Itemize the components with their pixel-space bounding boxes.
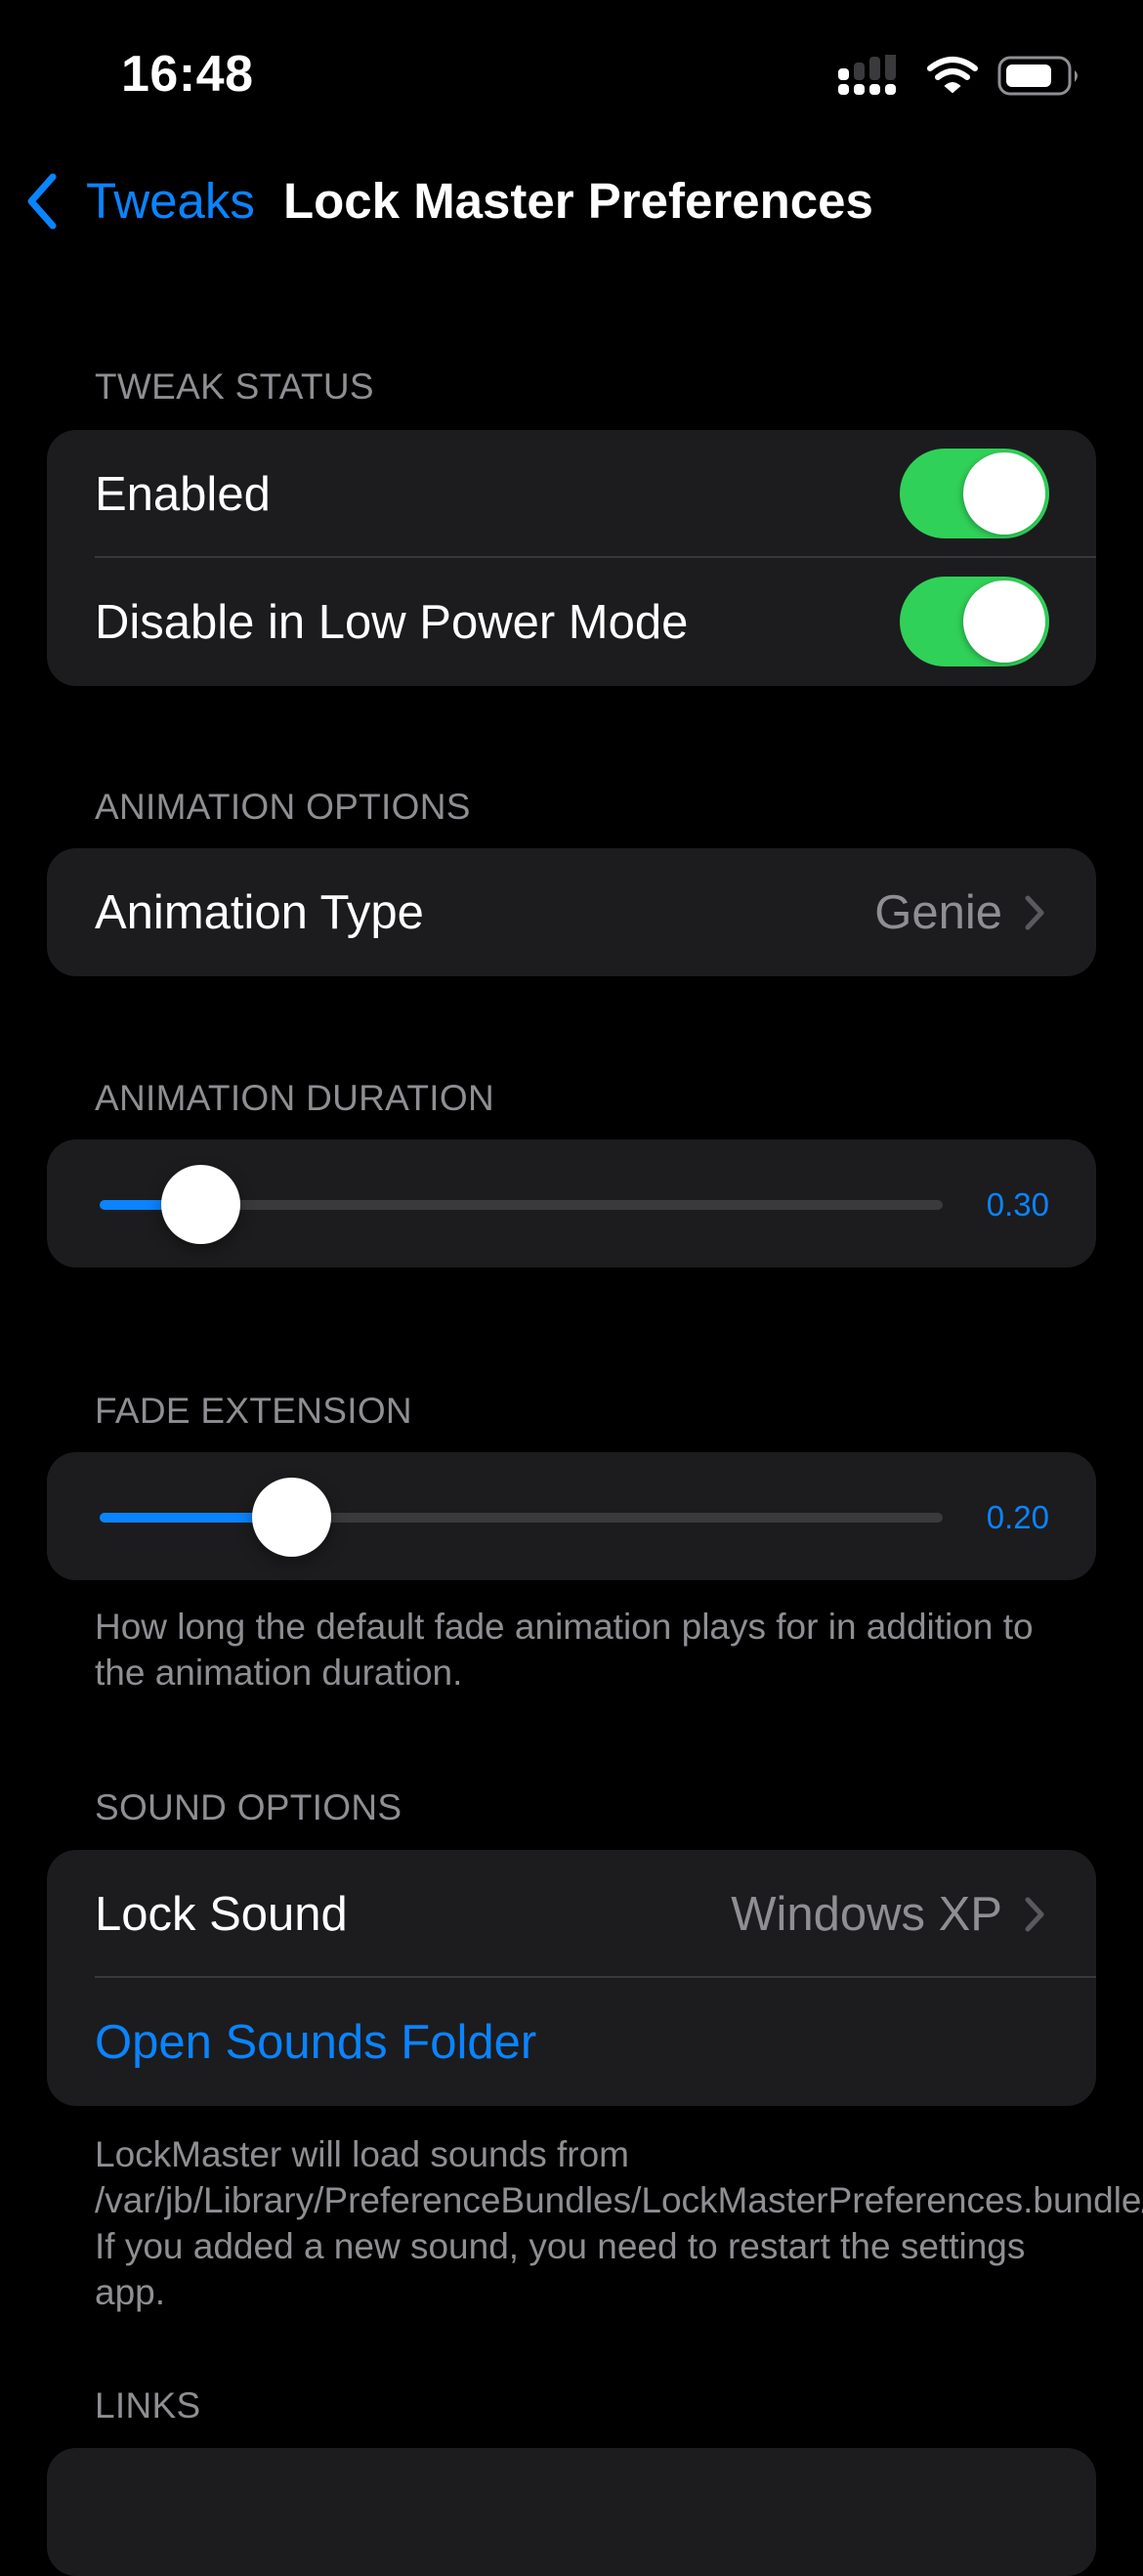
- animation-duration-slider[interactable]: [100, 1165, 943, 1244]
- wifi-icon: [927, 57, 978, 94]
- low-power-label: Disable in Low Power Mode: [95, 595, 689, 649]
- slider-thumb[interactable]: [160, 1165, 240, 1244]
- section-header-links: LINKS: [95, 2385, 201, 2426]
- section-header-fade-extension: FADE EXTENSION: [95, 1391, 412, 1431]
- sound-options-card: Lock Sound Windows XP Open Sounds Folder: [47, 1850, 1096, 2106]
- status-bar-icons: [838, 55, 1078, 96]
- enabled-label: Enabled: [95, 467, 271, 521]
- back-button-tweaks[interactable]: Tweaks: [86, 172, 255, 230]
- animation-type-row[interactable]: Animation Type Genie: [47, 848, 1096, 976]
- fade-extension-value: 0.20: [986, 1499, 1049, 1535]
- links-card: [47, 2448, 1096, 2576]
- slider-thumb[interactable]: [252, 1478, 332, 1557]
- animation-duration-value: 0.30: [986, 1186, 1049, 1223]
- open-sounds-folder-button[interactable]: Open Sounds Folder: [95, 2015, 536, 2070]
- fade-extension-footer: How long the default fade animation play…: [95, 1607, 1034, 1693]
- chevron-right-icon: [1025, 895, 1044, 930]
- low-power-row: Disable in Low Power Mode: [47, 558, 1096, 686]
- section-header-animation-duration: ANIMATION DURATION: [95, 1078, 494, 1118]
- section-header-sound-options: SOUND OPTIONS: [95, 1787, 402, 1827]
- chevron-left-icon[interactable]: [23, 172, 63, 231]
- lock-sound-row[interactable]: Lock Sound Windows XP: [47, 1850, 1096, 1978]
- animation-type-label: Animation Type: [95, 885, 424, 939]
- page-title: Lock Master Preferences: [283, 173, 873, 229]
- sound-options-footer: LockMaster will load sounds from /var/jb…: [95, 2134, 1143, 2312]
- enabled-row: Enabled: [47, 430, 1096, 558]
- battery-icon: [997, 56, 1078, 96]
- open-sounds-folder-row[interactable]: Open Sounds Folder: [47, 1978, 1096, 2106]
- low-power-toggle[interactable]: [900, 577, 1049, 666]
- section-header-animation-options: ANIMATION OPTIONS: [95, 787, 471, 827]
- chevron-right-icon: [1025, 1897, 1044, 1932]
- toggle-knob: [963, 452, 1045, 535]
- animation-type-value: Genie: [874, 885, 1002, 939]
- status-time: 16:48: [121, 46, 254, 103]
- cellular-signal-icon: [838, 55, 896, 95]
- enabled-toggle[interactable]: [900, 449, 1049, 538]
- animation-duration-card: 0.30: [47, 1139, 1096, 1267]
- toggle-knob: [963, 580, 1045, 663]
- fade-extension-slider[interactable]: [100, 1478, 943, 1557]
- tweak-status-card: Enabled Disable in Low Power Mode: [47, 430, 1096, 686]
- lock-sound-value: Windows XP: [731, 1887, 1002, 1941]
- animation-options-card: Animation Type Genie: [47, 848, 1096, 976]
- fade-extension-card: 0.20: [47, 1452, 1096, 1580]
- lock-sound-label: Lock Sound: [95, 1887, 348, 1941]
- section-header-tweak-status: TWEAK STATUS: [95, 366, 374, 407]
